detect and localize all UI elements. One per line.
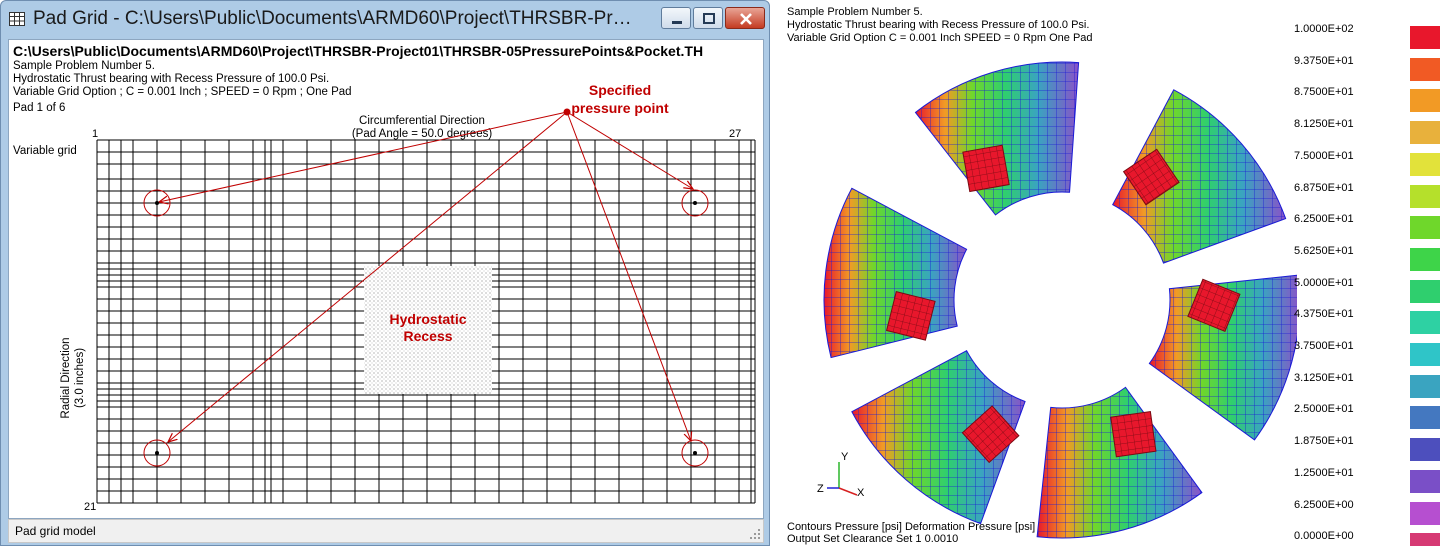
legend-label: 4.3750E+01 bbox=[1294, 308, 1354, 321]
radial-length-label: (3.0 inches) bbox=[74, 348, 86, 408]
pad-mesh bbox=[914, 61, 1080, 216]
minimize-button[interactable] bbox=[661, 7, 691, 29]
close-icon bbox=[740, 13, 752, 25]
legend-swatch bbox=[1410, 533, 1440, 546]
pad-recess-block bbox=[962, 144, 1010, 193]
pressure-contour-plot: Sample Problem Number 5. Hydrostatic Thr… bbox=[777, 0, 1448, 546]
resize-grip-icon[interactable] bbox=[749, 528, 761, 540]
legend-label: 6.2500E+01 bbox=[1294, 213, 1354, 226]
grid-canvas[interactable]: C:\Users\Public\Documents\ARMD60\Project… bbox=[8, 39, 764, 519]
window-title: Pad Grid - C:\Users\Public\Documents\ARM… bbox=[33, 8, 641, 29]
pad-grid: 1 27 21 Circumferential Direction (Pad A… bbox=[13, 82, 756, 513]
circumferential-direction-label: Circumferential Direction bbox=[359, 115, 485, 127]
bearing-3d-view: Y Z X bbox=[817, 61, 1297, 539]
legend-swatch bbox=[1410, 406, 1440, 430]
legend-swatch bbox=[1410, 343, 1440, 366]
recess-label-line1: Hydrostatic bbox=[389, 311, 466, 327]
legend-label: 6.8750E+01 bbox=[1294, 181, 1354, 194]
arrow-to-br bbox=[566, 111, 691, 441]
close-button[interactable] bbox=[725, 7, 765, 29]
legend-swatch bbox=[1410, 26, 1440, 49]
legend-swatch bbox=[1410, 279, 1440, 303]
pad-grid-window: Pad Grid - C:\Users\Public\Documents\ARM… bbox=[0, 0, 770, 546]
axis-y-label: Y bbox=[841, 451, 849, 463]
legend-label: 2.5000E+01 bbox=[1294, 403, 1354, 416]
legend-label: 8.7500E+01 bbox=[1294, 86, 1354, 99]
bearing-pad bbox=[1036, 386, 1203, 539]
legend-label: 1.2500E+01 bbox=[1294, 466, 1354, 479]
col-end-label: 27 bbox=[729, 128, 741, 140]
legend-swatch bbox=[1410, 501, 1440, 525]
minimize-icon bbox=[672, 21, 682, 24]
col-start-label: 1 bbox=[92, 128, 98, 140]
maximize-icon bbox=[703, 13, 715, 24]
pressure-point-bl bbox=[155, 451, 159, 455]
legend-label: 8.1250E+01 bbox=[1294, 118, 1354, 131]
axis-x-label: X bbox=[857, 487, 865, 499]
legend-swatch bbox=[1410, 121, 1440, 145]
specified-label-line2: pressure point bbox=[571, 100, 669, 116]
bearing-pad bbox=[823, 187, 968, 359]
screen: Pad Grid - C:\Users\Public\Documents\ARM… bbox=[0, 0, 1448, 546]
pressure-point-tl bbox=[155, 201, 159, 205]
maximize-button[interactable] bbox=[693, 7, 723, 29]
legend-swatch bbox=[1410, 216, 1440, 240]
legend-label: 5.0000E+01 bbox=[1294, 276, 1354, 289]
pressure-point-tr bbox=[693, 201, 697, 205]
legend-label: 5.6250E+01 bbox=[1294, 244, 1354, 257]
legend-label: 7.5000E+01 bbox=[1294, 149, 1354, 162]
axis-triad: Y Z X bbox=[817, 451, 865, 499]
legend-swatch bbox=[1410, 469, 1440, 493]
status-text: Pad grid model bbox=[15, 524, 96, 538]
legend-label: 6.2500E+00 bbox=[1294, 498, 1354, 511]
row-end-label: 21 bbox=[84, 501, 96, 513]
pad-angle-label: (Pad Angle = 50.0 degrees) bbox=[352, 128, 493, 140]
legend-swatch bbox=[1410, 247, 1440, 271]
pad-recess-block bbox=[1110, 411, 1157, 458]
legend-label: 3.7500E+01 bbox=[1294, 340, 1354, 352]
legend-label: 3.1250E+01 bbox=[1294, 371, 1354, 384]
bearing-pad bbox=[851, 350, 1026, 525]
title-bar[interactable]: Pad Grid - C:\Users\Public\Documents\ARM… bbox=[1, 1, 769, 39]
legend-swatch bbox=[1410, 374, 1440, 398]
specified-label-line1: Specified bbox=[589, 82, 651, 98]
legend-swatch bbox=[1410, 311, 1440, 335]
legend-swatch bbox=[1410, 57, 1440, 81]
bearing-pads bbox=[823, 61, 1297, 539]
axis-z-label: Z bbox=[817, 483, 824, 495]
legend-label: 1.0000E+02 bbox=[1294, 23, 1354, 35]
pressure-point-br bbox=[693, 451, 697, 455]
legend-swatch bbox=[1410, 152, 1440, 176]
legend-swatch bbox=[1410, 184, 1440, 208]
arrow-to-tr bbox=[566, 111, 693, 189]
legend-label: 9.3750E+01 bbox=[1294, 54, 1354, 67]
status-bar: Pad grid model bbox=[8, 519, 764, 543]
grid-icon bbox=[9, 12, 25, 26]
legend-label: 1.8750E+01 bbox=[1294, 435, 1354, 448]
bearing-pad bbox=[1148, 274, 1297, 441]
legend-label: 0.0000E+00 bbox=[1294, 530, 1354, 543]
radial-direction-label: Radial Direction bbox=[60, 337, 72, 418]
bearing-pad bbox=[914, 61, 1080, 216]
pad-mesh bbox=[1036, 386, 1203, 539]
bearing-pad bbox=[1112, 89, 1287, 264]
variable-grid-label: Variable grid bbox=[13, 145, 77, 157]
legend-swatch bbox=[1410, 89, 1440, 113]
legend-swatch bbox=[1410, 438, 1440, 462]
recess-label-line2: Recess bbox=[403, 328, 452, 344]
